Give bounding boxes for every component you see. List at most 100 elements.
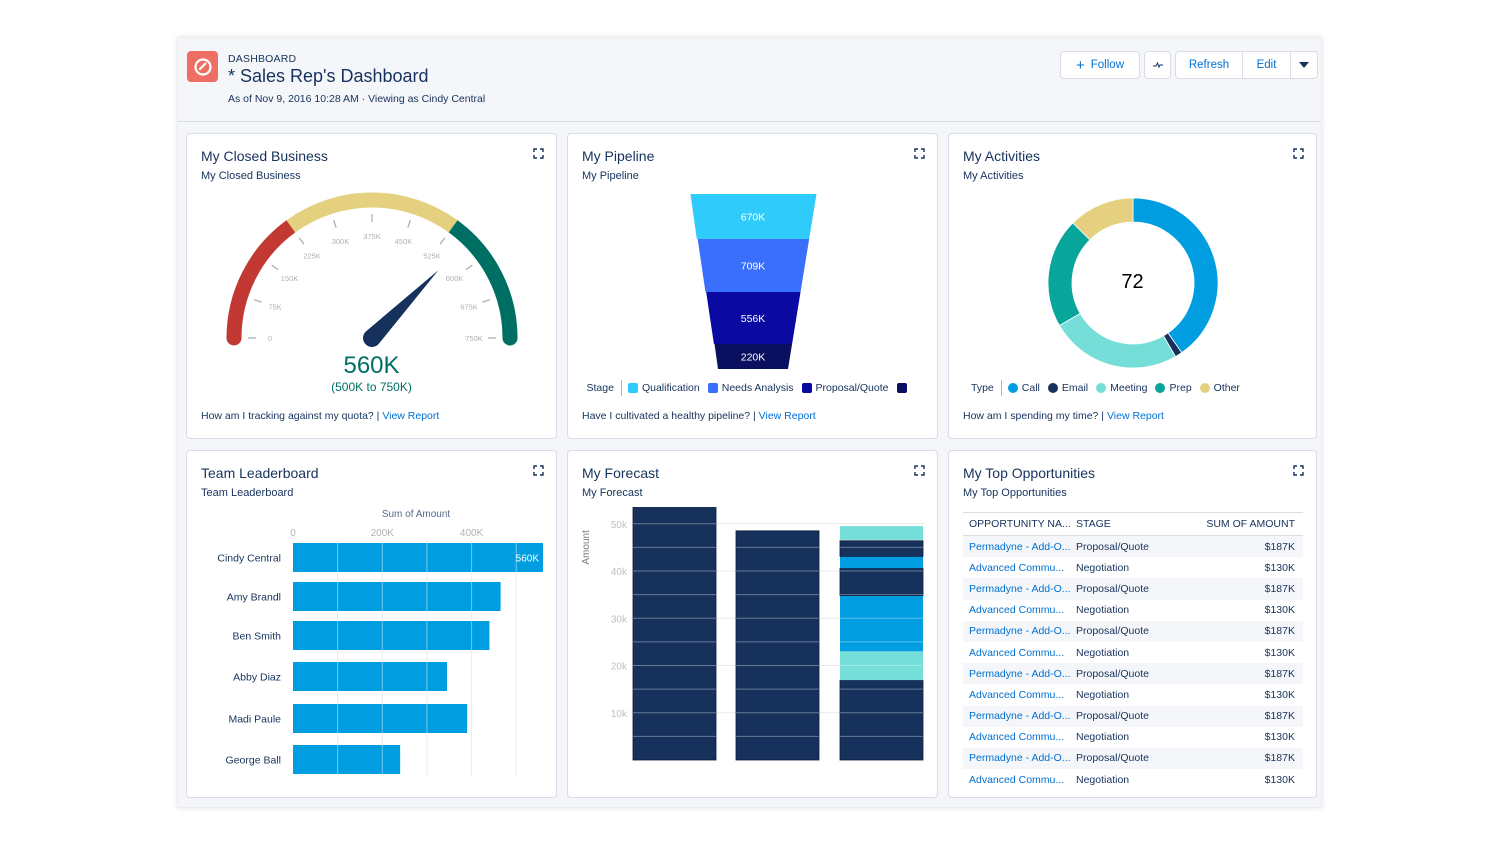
legend-item[interactable] [896, 383, 911, 393]
card-footer: How am I tracking against my quota? | Vi… [201, 410, 439, 422]
legend-swatch [896, 383, 907, 393]
gauge-tick [465, 264, 473, 271]
expand-icon[interactable] [914, 148, 925, 159]
header-kicker: DASHBOARD [228, 53, 297, 65]
opportunity-name-link[interactable]: Permadyne - Add-O... [963, 668, 1076, 680]
bar [293, 745, 401, 774]
card-forecast: My Forecast My Forecast Amount 10k 20k 30k 4… [567, 450, 938, 798]
table-row: Advanced Commu... Negotiation $130K [963, 684, 1303, 705]
opportunity-name-link[interactable]: Advanced Commu... [963, 774, 1076, 786]
card-team-leaderboard: Team Leaderboard Team Leaderboard Sum of… [186, 450, 557, 798]
bar-segment [839, 679, 924, 761]
view-report-link[interactable]: View Report [1107, 410, 1164, 422]
stage-cell: Negotiation [1076, 773, 1130, 786]
x-axis-title: Sum of Amount [382, 509, 451, 520]
footer-question: How am I tracking against my quota? | [201, 410, 383, 422]
refresh-button[interactable]: Refresh [1176, 52, 1243, 78]
legend-item[interactable]: Other [1199, 382, 1240, 394]
y-axis-title: Amount [581, 530, 592, 565]
card-footer: Have I cultivated a healthy pipeline? | … [582, 410, 816, 422]
column-header-stage[interactable]: STAGE [1076, 518, 1196, 530]
view-report-link[interactable]: View Report [759, 410, 816, 422]
more-actions-button[interactable] [1291, 52, 1317, 78]
legend-item[interactable]: Email [1047, 382, 1088, 394]
expand-icon[interactable] [533, 465, 544, 476]
bar [293, 543, 543, 572]
chevron-down-icon [1299, 62, 1309, 68]
opportunity-name-link[interactable]: Advanced Commu... [963, 604, 1076, 616]
opportunity-name-link[interactable]: Permadyne - Add-O... [963, 541, 1076, 553]
table-row: Advanced Commu... Negotiation $130K [963, 642, 1303, 663]
stage-cell: Negotiation [1076, 604, 1130, 617]
opportunity-name-link[interactable]: Permadyne - Add-O... [963, 625, 1076, 637]
gauge-tick-label: 150K [281, 274, 299, 283]
opportunity-name-link[interactable]: Advanced Commu... [963, 647, 1076, 659]
gauge-tick [482, 299, 491, 303]
expand-icon[interactable] [1293, 148, 1304, 159]
legend-item[interactable]: Proposal/Quote [801, 382, 889, 394]
stage-cell: Proposal/Quote [1076, 625, 1149, 638]
opportunity-name-link[interactable]: Advanced Commu... [963, 731, 1076, 743]
amount-cell: $130K [1264, 731, 1295, 744]
legend-item[interactable]: Needs Analysis [707, 382, 794, 394]
bar [293, 704, 468, 733]
legend-label: Proposal/Quote [815, 382, 889, 394]
card-closed-business: My Closed Business My Closed Business 0 7… [186, 133, 557, 439]
stage-cell: Negotiation [1076, 646, 1130, 659]
gauge-tick [253, 299, 262, 303]
card-subtitle: My Activities [963, 170, 1024, 182]
leaderboard-chart: Sum of Amount 0 200K 400K Cindy Central 560K A… [217, 509, 543, 777]
bar [293, 582, 501, 611]
bar-segment [840, 556, 923, 569]
gauge-needle [363, 270, 439, 347]
category-label: Cindy Central [217, 553, 281, 565]
gauge-tick-label: 525K [423, 251, 441, 260]
bar-segment [632, 507, 717, 761]
funnel-label: 670K [741, 212, 766, 224]
column-header-opportunity[interactable]: OPPORTUNITY NA... [963, 518, 1076, 530]
table-row: Permadyne - Add-O... Proposal/Quote $187K [963, 663, 1303, 685]
amount-cell: $130K [1264, 773, 1295, 786]
funnel-label: 556K [741, 313, 766, 325]
legend-label: Call [1021, 382, 1040, 394]
legend-dot [1155, 383, 1166, 393]
edit-button[interactable]: Edit [1243, 52, 1291, 78]
activities-legend: Type Call Email Meeting Prep Other [949, 380, 1316, 396]
expand-icon[interactable] [533, 148, 544, 159]
opportunity-name-link[interactable]: Advanced Commu... [963, 562, 1076, 574]
expand-icon[interactable] [914, 465, 925, 476]
stage-cell: Negotiation [1076, 561, 1130, 574]
card-title: My Top Opportunities [963, 465, 1096, 481]
legend-item[interactable]: Prep [1155, 382, 1192, 394]
legend-item[interactable]: Qualification [627, 382, 700, 394]
gauge-tick-label: 300K [332, 237, 350, 246]
opportunity-name-link[interactable]: Permadyne - Add-O... [963, 583, 1076, 595]
legend-item[interactable]: Meeting [1096, 382, 1147, 394]
gauge-tick-label: 375K [363, 232, 381, 241]
table-row: Permadyne - Add-O... Proposal/Quote $187K [963, 620, 1303, 642]
funnel-label: 709K [741, 261, 766, 273]
card-title: My Closed Business [201, 148, 328, 164]
expand-icon[interactable] [1293, 465, 1304, 476]
table-row: Advanced Commu... Negotiation $130K [963, 600, 1303, 621]
activity-button[interactable] [1144, 51, 1171, 79]
card-title: Team Leaderboard [201, 465, 319, 481]
funnel-legend: Stage Qualification Needs Analysis Proposa… [568, 380, 937, 396]
view-report-link[interactable]: View Report [382, 410, 439, 422]
amount-cell: $187K [1264, 752, 1295, 765]
amount-cell: $130K [1264, 604, 1295, 617]
opportunity-name-link[interactable]: Permadyne - Add-O... [963, 752, 1076, 764]
opportunity-name-link[interactable]: Advanced Commu... [963, 689, 1076, 701]
gauge-tick [298, 237, 305, 245]
opportunity-name-link[interactable]: Permadyne - Add-O... [963, 710, 1076, 722]
amount-cell: $187K [1264, 582, 1295, 595]
gauge-range: (500K to 750K) [331, 380, 412, 394]
y-tick-label: 30k [611, 614, 628, 625]
column-header-amount[interactable]: SUM OF AMOUNT [1196, 518, 1303, 530]
legend-item[interactable]: Call [1007, 382, 1040, 394]
bar-segment [840, 526, 923, 540]
follow-button[interactable]: + Follow [1060, 51, 1140, 79]
stage-cell: Proposal/Quote [1076, 540, 1149, 553]
legend-swatch [707, 383, 718, 393]
table-row: Advanced Commu... Negotiation $130K [963, 727, 1303, 748]
